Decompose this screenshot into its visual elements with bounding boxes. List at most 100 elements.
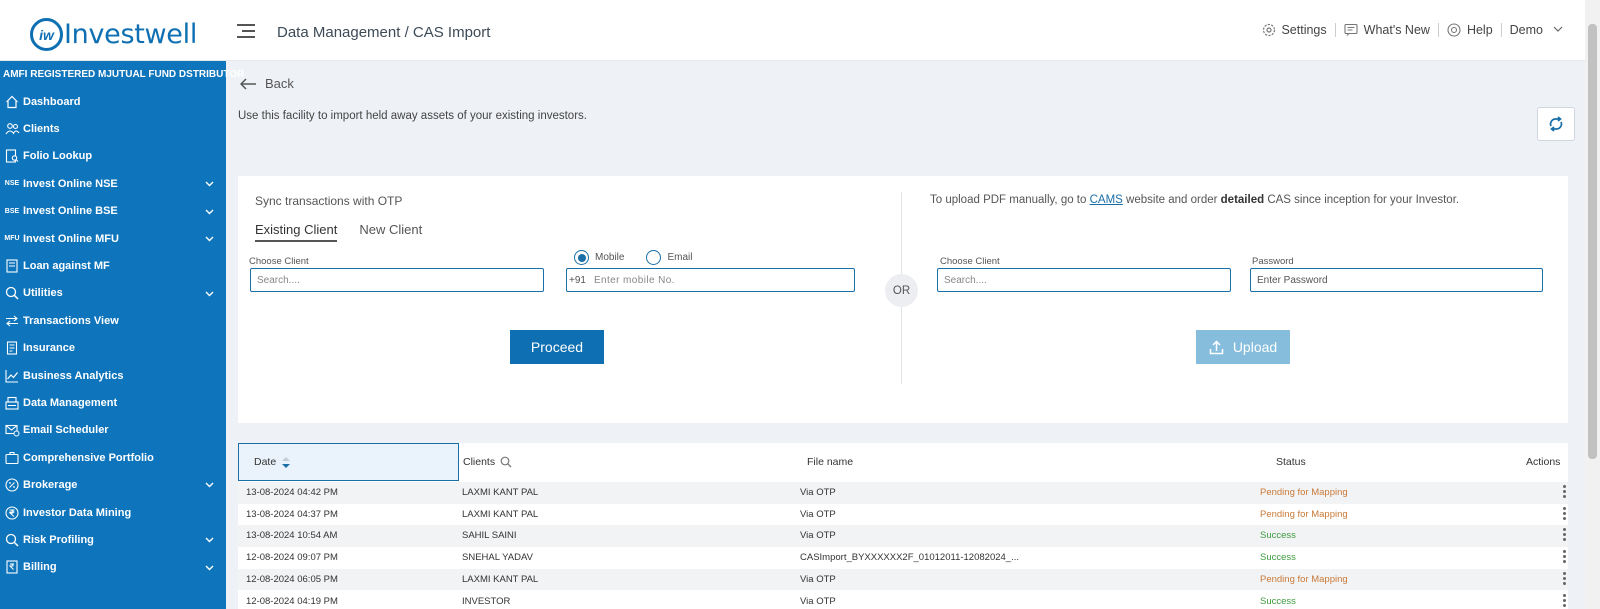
cas-import-panel: Sync transactions with OTP Existing Clie… [238, 176, 1568, 423]
search-icon[interactable] [500, 456, 512, 468]
investwell-logo[interactable]: iw Investwell [30, 18, 197, 51]
sidebar-item-label: Insurance [23, 342, 75, 355]
more-actions-icon[interactable] [1562, 593, 1566, 609]
sidebar-item-risk-profiling[interactable]: Risk Profiling [0, 526, 226, 553]
sidebar-item-invest-online-bse[interactable]: BSE Invest Online BSE [0, 198, 226, 225]
sidebar-item-folio-lookup[interactable]: Folio Lookup [0, 143, 226, 170]
or-badge: OR [885, 274, 918, 307]
scrollbar-thumb[interactable] [1588, 24, 1597, 459]
page-intro: Use this facility to import held away as… [238, 110, 587, 122]
arrow-left-icon [240, 77, 256, 90]
sidebar-item-invest-online-nse[interactable]: NSE Invest Online NSE [0, 170, 226, 197]
upload-button[interactable]: Upload [1196, 330, 1290, 364]
more-actions-icon[interactable] [1562, 485, 1566, 500]
sidebar-item-label: Invest Online MFU [23, 232, 119, 245]
sidebar-item-comprehensive-portfolio[interactable]: Comprehensive Portfolio [0, 444, 226, 471]
sidebar-item-brokerage[interactable]: Brokerage [0, 471, 226, 498]
sidebar-item-business-analytics[interactable]: Business Analytics [0, 362, 226, 389]
file-name-cell: Via OTP [800, 530, 836, 542]
refresh-button[interactable] [1537, 107, 1575, 141]
chevron-down-icon[interactable] [205, 233, 214, 245]
upload-icon [1209, 339, 1224, 354]
home-icon [4, 94, 20, 110]
sidebar-item-utilities[interactable]: Utilities [0, 280, 226, 307]
sidebar-item-label: Folio Lookup [23, 150, 93, 163]
radio-email-label: Email [667, 252, 693, 263]
chevron-down-icon[interactable] [205, 206, 214, 218]
sidebar-item-email-scheduler[interactable]: Email Scheduler [0, 417, 226, 444]
insurance-icon [4, 340, 20, 356]
date-cell: 12-08-2024 09:07 PM [246, 552, 338, 564]
clients-header-label: Clients [463, 456, 496, 468]
date-cell: 13-08-2024 04:42 PM [246, 487, 338, 498]
chevron-down-icon[interactable] [205, 479, 214, 491]
page-scrollbar[interactable] [1585, 0, 1600, 609]
table-row[interactable]: 13-08-2024 04:37 PM LAXMI KANT PAL Via OTP… [238, 504, 1568, 526]
settings-link[interactable]: Settings [1261, 22, 1327, 37]
sort-icon[interactable] [282, 456, 291, 468]
status-cell: Success [1260, 530, 1296, 542]
table-row[interactable]: 13-08-2024 10:54 AM SAHIL SAINI Via OTP Suc… [238, 525, 1568, 548]
radio-email[interactable] [646, 250, 662, 265]
upload-label: Upload [1232, 339, 1278, 355]
more-actions-icon[interactable] [1562, 506, 1566, 522]
utilities-icon [4, 285, 20, 301]
rupee-icon [4, 505, 20, 521]
user-name: Demo [1509, 22, 1543, 37]
mfu-icon: MFU [4, 235, 20, 243]
actions-column-header: Actions [1526, 456, 1561, 468]
upload-client-search-input[interactable]: Search.... [937, 268, 1231, 292]
help-link[interactable]: Help [1447, 22, 1493, 37]
file-name-cell: CASImport_BYXXXXXX2F_01012011-12082024_.… [800, 552, 1019, 564]
logo-text: Investwell [64, 19, 198, 50]
mobile-input[interactable]: +91 Enter mobile No. [566, 268, 855, 292]
password-input[interactable]: Enter Password [1250, 268, 1543, 292]
table-row[interactable]: 12-08-2024 04:19 PM INVESTOR Via OTP Succes… [238, 591, 1568, 609]
cams-link[interactable]: CAMS [1090, 194, 1123, 206]
upload-note-bold: detailed [1220, 194, 1265, 206]
status-cell: Success [1260, 552, 1296, 564]
breadcrumb: Data Management / CAS Import [277, 24, 491, 41]
status-cell: Pending for Mapping [1260, 573, 1348, 585]
table-row[interactable]: 13-08-2024 04:42 PM LAXMI KANT PAL Via OTP… [238, 482, 1568, 504]
tab-new-client[interactable]: New Client [359, 222, 422, 242]
risk-icon [4, 532, 20, 548]
chevron-down-icon[interactable] [205, 562, 214, 574]
status-column-header: Status [1276, 456, 1306, 468]
radio-mobile[interactable] [574, 250, 589, 265]
whats-new-link[interactable]: What's New [1344, 22, 1430, 37]
clients-column-header[interactable]: Clients [463, 443, 512, 481]
folio-icon [4, 148, 20, 164]
sidebar-item-invest-online-mfu[interactable]: MFU Invest Online MFU [0, 225, 226, 252]
tab-existing-client[interactable]: Existing Client [255, 222, 338, 242]
table-row[interactable]: 12-08-2024 09:07 PM SNEHAL YADAV CASImport… [238, 547, 1568, 569]
file-name-column-header: File name [807, 456, 854, 468]
back-link[interactable]: Back [240, 76, 294, 91]
sidebar-item-clients[interactable]: Clients [0, 115, 226, 142]
upload-note: To upload PDF manually, go to CAMS websi… [930, 194, 1459, 206]
chevron-down-icon[interactable] [205, 178, 214, 190]
sidebar-item-insurance[interactable]: Insurance [0, 335, 226, 362]
file-name-cell: Via OTP [800, 595, 836, 607]
top-header: iw Investwell Data Management / CAS Impo… [0, 0, 1585, 61]
client-search-input[interactable]: Search.... [250, 268, 544, 292]
client-tabs: Existing Client New Client [255, 222, 444, 242]
sidebar-item-label: Dashboard [23, 95, 81, 108]
menu-toggle-icon[interactable] [237, 24, 255, 40]
user-menu[interactable]: Demo [1510, 23, 1563, 37]
proceed-button[interactable]: Proceed [510, 330, 604, 364]
sidebar-item-investor-data-mining[interactable]: Investor Data Mining [0, 499, 226, 526]
percent-icon [4, 477, 20, 493]
sidebar-item-billing[interactable]: Billing [0, 554, 226, 581]
sidebar-item-transactions-view[interactable]: Transactions View [0, 307, 226, 334]
more-actions-icon[interactable] [1562, 528, 1566, 543]
sidebar-item-dashboard[interactable]: Dashboard [0, 88, 226, 115]
sidebar-item-data-management[interactable]: Data Management [0, 389, 226, 416]
chevron-down-icon[interactable] [205, 534, 214, 546]
table-row[interactable]: 12-08-2024 06:05 PM LAXMI KANT PAL Via OTP… [238, 568, 1568, 591]
more-actions-icon[interactable] [1562, 550, 1566, 565]
sidebar-item-loan-against-mf[interactable]: Loan against MF [0, 252, 226, 279]
more-actions-icon[interactable] [1562, 571, 1566, 587]
date-column-header[interactable]: Date [238, 443, 459, 481]
chevron-down-icon[interactable] [205, 288, 214, 300]
